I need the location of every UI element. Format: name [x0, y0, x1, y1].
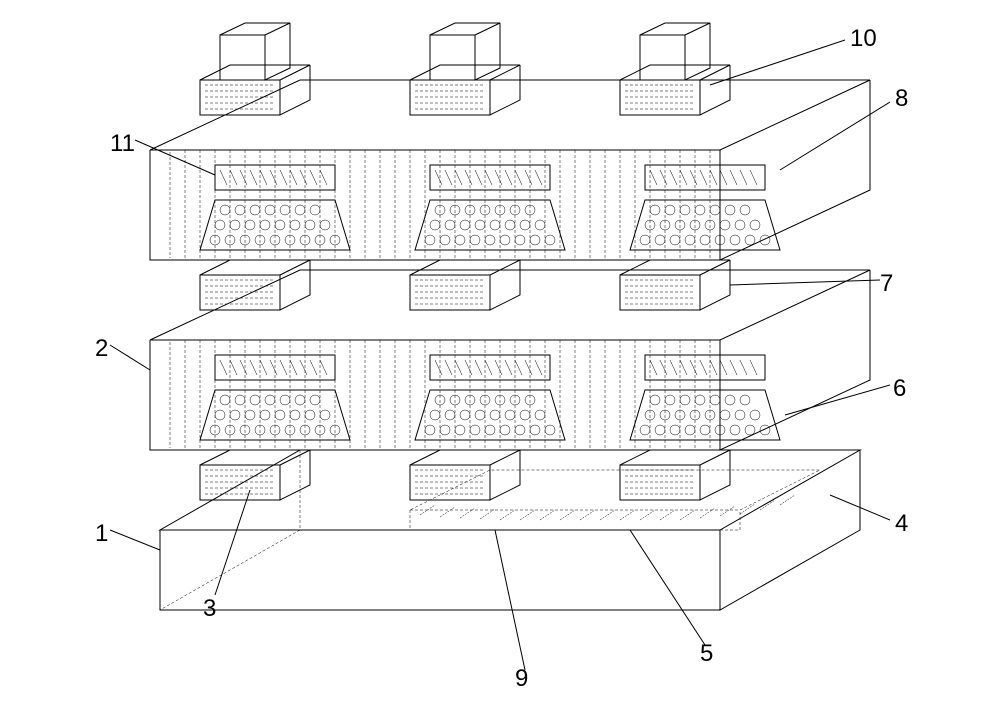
- callout-4: 4: [895, 510, 908, 538]
- tier1-modules: [200, 355, 780, 440]
- tier2-block: [150, 80, 870, 260]
- connector-blocks-top: [200, 23, 730, 115]
- connector-blocks-lower: [200, 450, 730, 500]
- tier1-block: [150, 270, 870, 450]
- callout-10: 10: [850, 25, 877, 53]
- isometric-drawing: [100, 20, 900, 680]
- callout-8: 8: [895, 85, 908, 113]
- callout-7: 7: [880, 270, 893, 298]
- callout-1: 1: [95, 520, 108, 548]
- callout-6: 6: [893, 375, 906, 403]
- technical-diagram: [100, 20, 900, 680]
- callout-9: 9: [515, 665, 528, 693]
- callout-11: 11: [110, 130, 135, 158]
- connector-blocks-middle: [200, 260, 730, 310]
- callout-5: 5: [700, 640, 713, 668]
- callout-2: 2: [95, 335, 108, 363]
- callout-3: 3: [203, 595, 216, 623]
- tier2-modules: [200, 165, 780, 250]
